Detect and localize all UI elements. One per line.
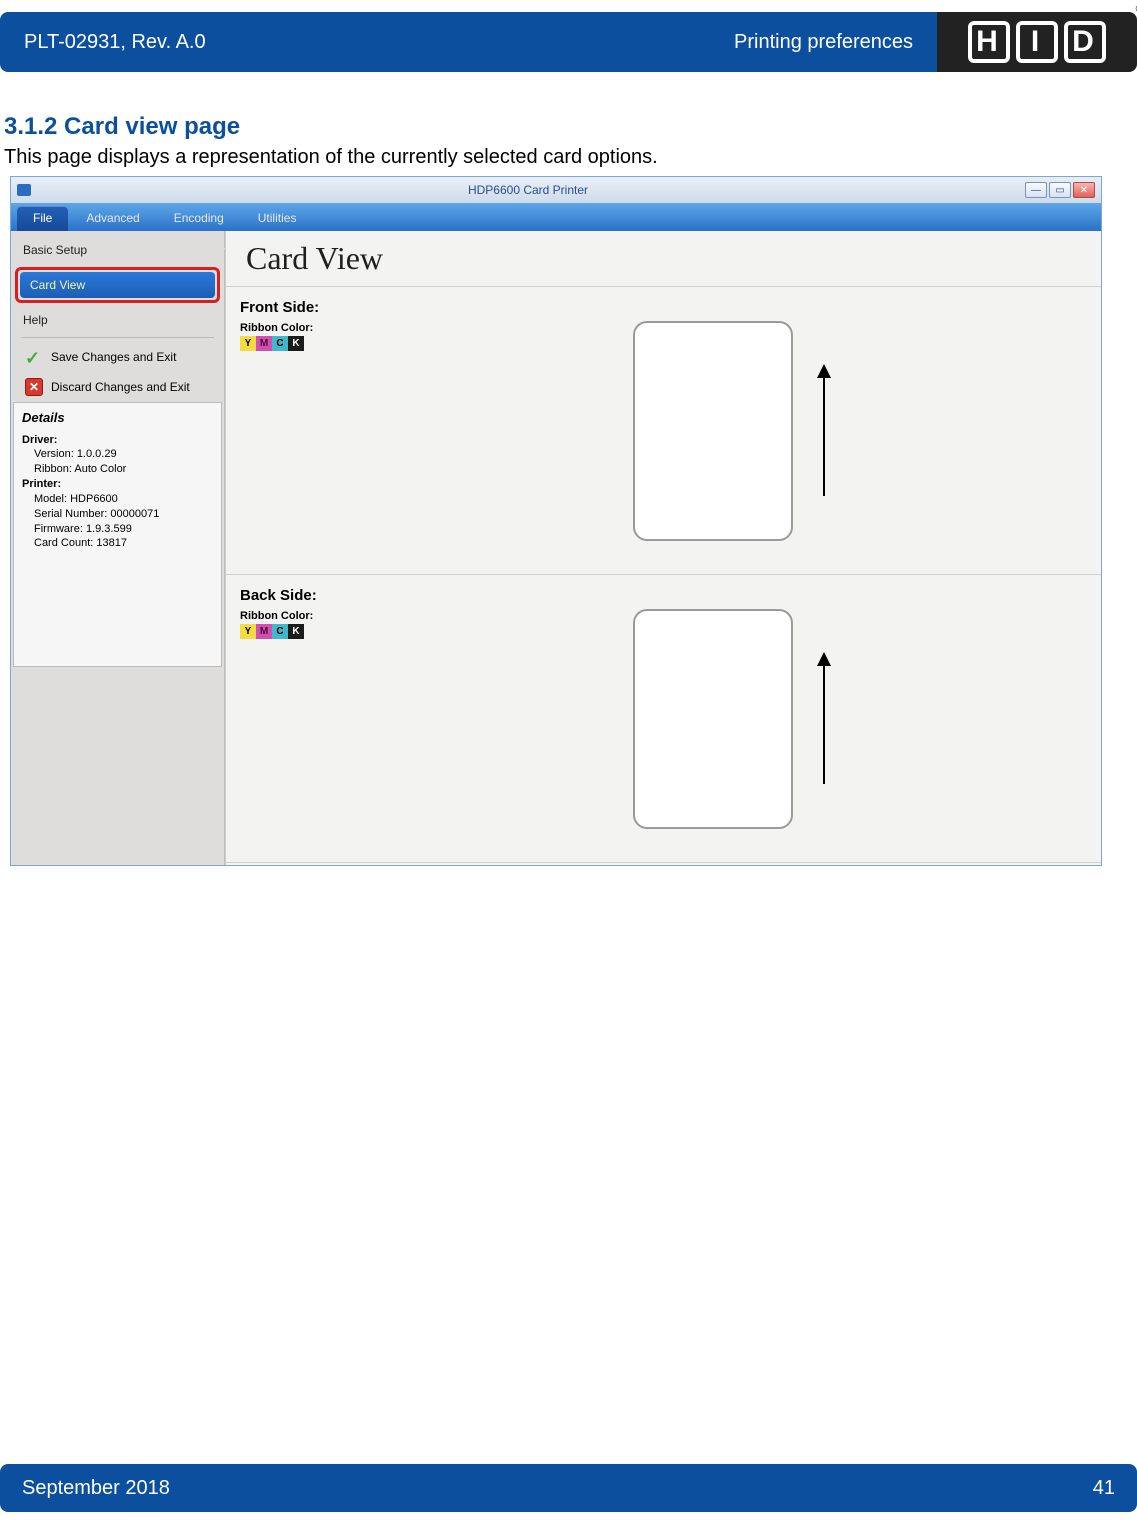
doc-header-bar: PLT-02931, Rev. A.0 Printing preferences bbox=[0, 12, 937, 72]
menu-tab-encoding[interactable]: Encoding bbox=[158, 206, 240, 231]
back-ribbon-chips: Y M C K bbox=[240, 624, 436, 639]
menu-tab-utilities[interactable]: Utilities bbox=[242, 206, 313, 231]
front-side-title: Front Side: bbox=[240, 299, 436, 316]
section-heading: 3.1.2 Card view page bbox=[4, 113, 240, 141]
front-ribbon-color-label: Ribbon Color: bbox=[240, 322, 436, 334]
back-card-outline bbox=[633, 609, 793, 829]
hid-logo-icon: HID bbox=[968, 21, 1106, 63]
details-printer-model: HDP6600 bbox=[70, 493, 118, 505]
details-printer-label: Printer: bbox=[22, 478, 61, 490]
close-button[interactable]: ✕ bbox=[1073, 182, 1095, 198]
back-side-title: Back Side: bbox=[240, 587, 436, 604]
front-card-outline bbox=[633, 321, 793, 541]
app-icon bbox=[17, 184, 31, 196]
main-heading-row: Card View bbox=[226, 231, 1101, 287]
window-title: HDP6600 Card Printer bbox=[31, 183, 1025, 197]
menu-tab-file[interactable]: File bbox=[17, 206, 68, 231]
details-printer-cardcount-label: Card Count: bbox=[34, 537, 93, 549]
brand-logo-block: HID ® bbox=[937, 12, 1137, 72]
sidebar-action-discard-label: Discard Changes and Exit bbox=[51, 380, 190, 394]
front-ribbon-chips: Y M C K bbox=[240, 336, 436, 351]
ribbon-chip-k-back: K bbox=[288, 624, 304, 639]
ribbon-chip-c-back: C bbox=[272, 624, 288, 639]
back-side-labels: Back Side: Ribbon Color: Y M C K bbox=[226, 575, 436, 862]
ribbon-chip-k: K bbox=[288, 336, 304, 351]
back-side-row: Back Side: Ribbon Color: Y M C K bbox=[226, 575, 1101, 863]
doc-id: PLT-02931, Rev. A.0 bbox=[24, 31, 206, 54]
details-printer-serial: 00000071 bbox=[110, 508, 159, 520]
ribbon-chip-m: M bbox=[256, 336, 272, 351]
footer-date: September 2018 bbox=[22, 1477, 170, 1500]
details-printer-serial-label: Serial Number: bbox=[34, 508, 107, 520]
menu-strip: File Advanced Encoding Utilities bbox=[11, 203, 1101, 231]
sidebar-selected-highlight: Card View bbox=[15, 267, 220, 303]
sidebar-item-card-view-wrap: Card View bbox=[15, 267, 220, 303]
app-window: HDP6600 Card Printer — ▭ ✕ File Advanced… bbox=[10, 176, 1102, 866]
sidebar-divider bbox=[21, 337, 214, 338]
sidebar-item-basic-setup[interactable]: Basic Setup bbox=[11, 237, 224, 263]
details-driver-ribbon-label: Ribbon: bbox=[34, 463, 72, 475]
sidebar-item-help[interactable]: Help bbox=[11, 307, 224, 333]
checkmark-icon: ✓ bbox=[25, 348, 43, 366]
details-printer-model-label: Model: bbox=[34, 493, 67, 505]
back-card-preview bbox=[436, 575, 1101, 862]
details-driver-ribbon: Auto Color bbox=[74, 463, 126, 475]
main-content: Card View Front Side: Ribbon Color: Y M … bbox=[225, 231, 1101, 865]
footer-page-number: 41 bbox=[1093, 1477, 1115, 1500]
details-driver-version-label: Version: bbox=[34, 448, 74, 460]
details-driver-label: Driver: bbox=[22, 434, 57, 446]
window-titlebar: HDP6600 Card Printer — ▭ ✕ bbox=[11, 177, 1101, 203]
details-printer-cardcount: 13817 bbox=[96, 537, 127, 549]
sidebar-action-save[interactable]: ✓ Save Changes and Exit bbox=[11, 342, 224, 372]
section-description: This page displays a representation of t… bbox=[4, 146, 658, 169]
sidebar-item-card-view[interactable]: Card View bbox=[20, 272, 215, 298]
doc-header: PLT-02931, Rev. A.0 Printing preferences… bbox=[0, 12, 1137, 72]
back-arrow-up-icon bbox=[823, 654, 825, 784]
details-printer-firmware: 1.9.3.599 bbox=[86, 523, 132, 535]
details-driver-version: 1.0.0.29 bbox=[77, 448, 117, 460]
minimize-button[interactable]: — bbox=[1025, 182, 1047, 198]
ribbon-chip-y: Y bbox=[240, 336, 256, 351]
window-controls: — ▭ ✕ bbox=[1025, 182, 1095, 198]
maximize-button[interactable]: ▭ bbox=[1049, 182, 1071, 198]
front-arrow-up-icon bbox=[823, 366, 825, 496]
sidebar-action-discard[interactable]: ✕ Discard Changes and Exit bbox=[11, 372, 224, 402]
front-side-row: Front Side: Ribbon Color: Y M C K bbox=[226, 287, 1101, 575]
sidebar-item-card-view-label: Card View bbox=[30, 278, 85, 292]
doc-section-name: Printing preferences bbox=[734, 31, 913, 54]
x-icon: ✕ bbox=[25, 378, 43, 396]
sidebar: Basic Setup Card View Help ✓ Save Change… bbox=[11, 231, 225, 865]
front-side-labels: Front Side: Ribbon Color: Y M C K bbox=[226, 287, 436, 574]
ribbon-chip-y-back: Y bbox=[240, 624, 256, 639]
back-ribbon-color-label: Ribbon Color: bbox=[240, 610, 436, 622]
details-printer-firmware-label: Firmware: bbox=[34, 523, 83, 535]
sidebar-action-save-label: Save Changes and Exit bbox=[51, 350, 176, 364]
details-panel: Details Driver: Version: 1.0.0.29 Ribbon… bbox=[13, 402, 222, 667]
menu-tab-advanced[interactable]: Advanced bbox=[70, 206, 155, 231]
front-card-preview bbox=[436, 287, 1101, 574]
main-heading: Card View bbox=[246, 240, 383, 277]
details-title: Details bbox=[22, 409, 213, 427]
ribbon-chip-c: C bbox=[272, 336, 288, 351]
doc-footer: September 2018 41 bbox=[0, 1464, 1137, 1512]
window-body: Basic Setup Card View Help ✓ Save Change… bbox=[11, 231, 1101, 865]
ribbon-chip-m-back: M bbox=[256, 624, 272, 639]
